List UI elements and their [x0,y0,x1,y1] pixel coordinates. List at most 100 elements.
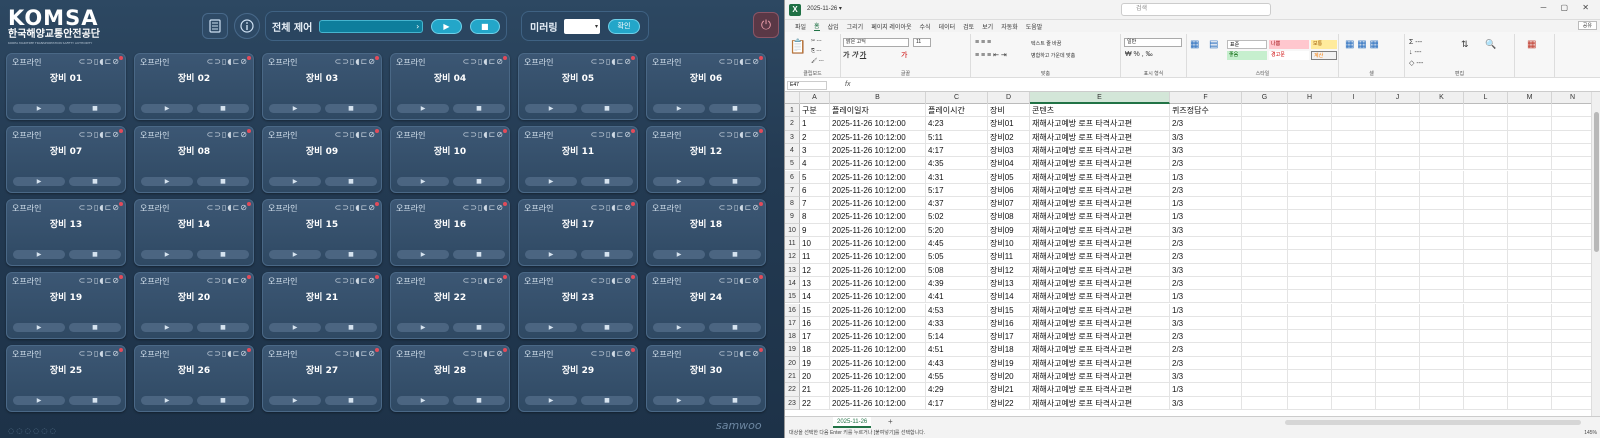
all-stop-button[interactable]: ■ [469,18,500,34]
cell[interactable] [1376,276,1420,291]
cell[interactable] [1508,170,1552,184]
workbook-name[interactable]: 2025-11-26 ▾ [807,5,842,12]
cell[interactable] [1508,316,1552,331]
device-card[interactable]: 오프라인 ⊂⊃▯◖⊏⊘ 장비 08 ▶ ■ [134,126,254,193]
device-stop-button[interactable]: ■ [197,323,249,332]
cell[interactable]: 재해사고예방 로프 타격사고편 [1030,263,1170,277]
cell[interactable] [1242,303,1288,317]
cell[interactable] [1420,263,1464,277]
cell[interactable] [1552,263,1594,277]
cell[interactable] [1508,276,1552,291]
cell[interactable]: 장비04 [988,157,1030,171]
cell[interactable] [1288,370,1332,384]
cell[interactable] [1420,210,1464,224]
cell[interactable] [1376,316,1420,331]
cell[interactable] [1420,343,1464,357]
bold-button[interactable]: 가 가 가 [843,50,866,60]
copy-button[interactable]: ⎘ --- [811,48,821,54]
cell[interactable] [1288,104,1332,118]
cell[interactable] [1288,316,1332,331]
cell[interactable]: 4:35 [926,157,988,171]
cell[interactable]: 2/3 [1170,250,1242,264]
cell[interactable] [1288,276,1332,291]
cell[interactable]: 22 [800,396,830,410]
cell[interactable] [1288,130,1332,144]
cell[interactable]: 재해사고예방 로프 타격사고편 [1030,170,1170,184]
cell[interactable] [1242,143,1288,158]
device-play-button[interactable]: ▶ [13,177,65,186]
device-stop-button[interactable]: ■ [709,323,761,332]
device-stop-button[interactable]: ■ [709,177,761,186]
cell[interactable]: 재해사고예방 로프 타격사고편 [1030,117,1170,131]
cell[interactable]: 재해사고예방 로프 타격사고편 [1030,356,1170,370]
cell[interactable] [1288,170,1332,184]
device-play-button[interactable]: ▶ [269,250,321,259]
device-play-button[interactable]: ▶ [269,396,321,405]
cell[interactable] [1508,157,1552,171]
share-button[interactable]: 공유 [1577,21,1597,30]
cell[interactable]: 2025-11-26 10:12:00 [830,343,926,357]
device-stop-button[interactable]: ■ [581,250,633,259]
zoom-level[interactable]: 145% [1584,428,1597,438]
cell[interactable] [1288,396,1332,410]
cell[interactable] [1242,130,1288,144]
cell[interactable] [1332,104,1376,118]
cell[interactable] [1288,330,1332,344]
cell[interactable] [1420,396,1464,410]
cell[interactable] [1332,356,1376,370]
cell[interactable]: 2/3 [1170,276,1242,291]
cell[interactable]: 2/3 [1170,237,1242,251]
device-card[interactable]: 오프라인 ⊂⊃▯◖⊏⊘ 장비 11 ▶ ■ [518,126,638,193]
style-calculation[interactable]: 계산 [1311,51,1337,60]
cell[interactable] [1464,197,1508,211]
row-number[interactable]: 15 [785,290,800,304]
cell[interactable] [1464,157,1508,171]
cell[interactable] [1552,130,1594,144]
cell[interactable]: 3/3 [1170,130,1242,144]
cell[interactable] [1376,117,1420,131]
cell[interactable]: 장비03 [988,143,1030,158]
device-play-button[interactable]: ▶ [653,323,705,332]
cell[interactable] [1464,210,1508,224]
row-number[interactable]: 8 [785,197,800,211]
device-stop-button[interactable]: ■ [581,396,633,405]
cell[interactable]: 재해사고예방 로프 타격사고편 [1030,130,1170,144]
cell[interactable] [1242,316,1288,331]
column-header[interactable]: D [988,92,1030,104]
cell[interactable] [1242,197,1288,211]
cell[interactable]: 4:17 [926,396,988,410]
cell[interactable]: 플레이시간 [926,104,988,118]
format-painter-button[interactable]: 🖌 --- [811,58,824,64]
mirroring-select[interactable]: ▾ [564,18,600,34]
cell[interactable]: 2025-11-26 10:12:00 [830,130,926,144]
cell[interactable]: 장비13 [988,276,1030,291]
cell[interactable] [1508,250,1552,264]
cell[interactable]: 2025-11-26 10:12:00 [830,117,926,131]
paste-icon[interactable]: 📋 [789,38,806,55]
device-play-button[interactable]: ▶ [13,250,65,259]
cell[interactable]: 1/3 [1170,383,1242,397]
cell[interactable] [1552,396,1594,410]
device-stop-button[interactable]: ■ [69,177,121,186]
device-play-button[interactable]: ▶ [653,250,705,259]
cell[interactable]: 4:55 [926,370,988,384]
device-card[interactable]: 오프라인 ⊂⊃▯◖⊏⊘ 장비 10 ▶ ■ [390,126,510,193]
cell[interactable]: 2025-11-26 10:12:00 [830,276,926,291]
cell[interactable] [1420,356,1464,370]
cell[interactable] [1242,356,1288,370]
row-number[interactable]: 5 [785,157,800,171]
device-play-button[interactable]: ▶ [13,104,65,113]
cell[interactable]: 2025-11-26 10:12:00 [830,237,926,251]
device-stop-button[interactable]: ■ [709,104,761,113]
cell[interactable]: 3/3 [1170,263,1242,277]
cell[interactable] [1332,237,1376,251]
cell[interactable] [1332,223,1376,237]
cell[interactable] [1332,170,1376,184]
cell[interactable]: 4:51 [926,343,988,357]
cell[interactable] [1464,104,1508,118]
cell[interactable] [1420,157,1464,171]
cell[interactable]: 1/3 [1170,290,1242,304]
device-card[interactable]: 오프라인 ⊂⊃▯◖⊏⊘ 장비 06 ▶ ■ [646,53,766,120]
device-card[interactable]: 오프라인 ⊂⊃▯◖⊏⊘ 장비 30 ▶ ■ [646,345,766,412]
cell[interactable]: 1/3 [1170,170,1242,184]
